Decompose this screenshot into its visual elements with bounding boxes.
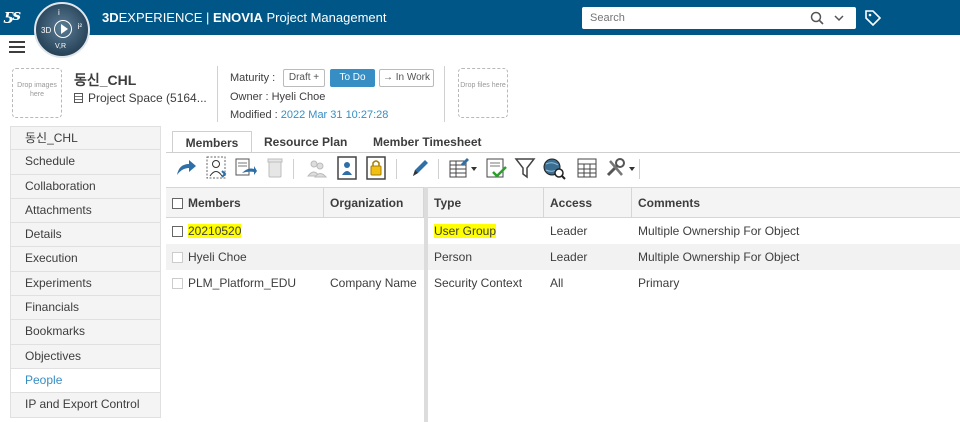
- toolbar-separator: [438, 159, 439, 179]
- add-member-icon[interactable]: [205, 155, 229, 181]
- comments-cell: Multiple Ownership For Object: [638, 224, 800, 238]
- sidebar-item-objectives[interactable]: Objectives: [10, 344, 161, 369]
- type-cell: User Group: [434, 224, 497, 238]
- members-pane: Members Organization 20210520 Hyeli Choe…: [166, 187, 424, 422]
- lock-badge-icon[interactable]: [364, 155, 388, 181]
- sidebar-item-people[interactable]: People: [10, 368, 161, 394]
- hamburger-menu-icon[interactable]: [9, 41, 25, 55]
- column-header-comments[interactable]: Comments: [632, 187, 960, 218]
- column-header-organization[interactable]: Organization: [324, 187, 424, 218]
- person-badge-icon[interactable]: [335, 155, 359, 181]
- share-arrow-icon[interactable]: [174, 155, 198, 181]
- type-cell: Security Context: [434, 276, 523, 290]
- chevron-down-icon[interactable]: [628, 155, 636, 181]
- sidebar-item-project[interactable]: 동신_CHL: [10, 126, 161, 151]
- sidebar-item-attachments[interactable]: Attachments: [10, 198, 161, 224]
- member-name[interactable]: 20210520: [188, 224, 242, 238]
- sidebar-item-bookmarks[interactable]: Bookmarks: [10, 320, 161, 345]
- type-cell: Person: [434, 250, 473, 264]
- sidebar-item-experiments[interactable]: Experiments: [10, 271, 161, 297]
- drop-files-zone[interactable]: Drop files here: [458, 68, 508, 118]
- document-icon: [74, 93, 83, 103]
- organization-cell: [324, 218, 424, 244]
- search-icon[interactable]: [810, 11, 824, 25]
- toolbar-separator: [396, 159, 397, 179]
- globe-search-icon[interactable]: [542, 155, 566, 181]
- modified-value: 2022 Mar 31 10:27:28: [280, 109, 389, 121]
- sidebar-item-collaboration[interactable]: Collaboration: [10, 174, 161, 199]
- chevron-down-icon[interactable]: [470, 155, 478, 181]
- sidebar-item-details[interactable]: Details: [10, 223, 161, 248]
- access-cell: Leader: [550, 224, 588, 238]
- compass-left-label: 3D: [41, 26, 52, 35]
- comments-cell: Primary: [638, 276, 680, 290]
- search-box: [582, 7, 856, 29]
- toolbar-separator: [639, 159, 640, 179]
- checklist-icon[interactable]: [484, 155, 508, 181]
- organization-cell: [324, 244, 424, 270]
- tag-icon[interactable]: [864, 9, 882, 27]
- table-edit-icon[interactable]: [448, 155, 472, 181]
- member-name[interactable]: PLM_Platform_EDU: [188, 276, 296, 290]
- column-header-access[interactable]: Access: [544, 187, 632, 218]
- table-row[interactable]: 20210520: [166, 218, 324, 244]
- compass-bottom-label: V,R: [55, 43, 67, 50]
- group-icon[interactable]: [305, 155, 329, 181]
- calculator-icon[interactable]: [575, 155, 599, 181]
- comments-cell: Multiple Ownership For Object: [638, 250, 800, 264]
- compass-button[interactable]: i 3D i² V,R: [34, 2, 90, 58]
- tab-member-timesheet[interactable]: Member Timesheet: [373, 131, 482, 153]
- row-checkbox[interactable]: [172, 226, 183, 237]
- row-checkbox[interactable]: [172, 278, 183, 289]
- sidebar-item-schedule[interactable]: Schedule: [10, 150, 161, 175]
- maturity-inwork-button[interactable]: → In Work: [379, 69, 434, 87]
- column-header-type[interactable]: Type: [428, 187, 544, 218]
- details-pane: Type Access Comments User Group Leader M…: [428, 187, 960, 422]
- organization-cell: Company Name: [330, 276, 417, 290]
- divider: [444, 66, 445, 122]
- owner-label: Owner : Hyeli Choe: [230, 91, 326, 103]
- trash-icon[interactable]: [263, 155, 287, 181]
- maturity-draft-button[interactable]: Draft +: [283, 69, 325, 87]
- tab-members[interactable]: Members: [172, 131, 252, 153]
- filter-icon[interactable]: [513, 155, 537, 181]
- member-name[interactable]: Hyeli Choe: [188, 250, 247, 264]
- tab-resource-plan[interactable]: Resource Plan: [264, 131, 347, 153]
- member-transfer-icon[interactable]: [233, 155, 257, 181]
- access-cell: Leader: [550, 250, 588, 264]
- compass-right-label: i²: [77, 22, 82, 31]
- compass-top-label: i: [58, 8, 60, 17]
- row-checkbox[interactable]: [172, 252, 183, 263]
- dassault-logo-icon[interactable]: ƽs: [4, 6, 30, 28]
- modified-label: Modified : 2022 Mar 31 10:27:28: [230, 109, 389, 121]
- maturity-todo-button[interactable]: To Do: [330, 69, 375, 87]
- pencil-icon[interactable]: [408, 155, 432, 181]
- sidebar-item-ip-export-control[interactable]: IP and Export Control: [10, 393, 161, 418]
- table-row[interactable]: Hyeli Choe: [166, 244, 324, 270]
- divider: [166, 152, 960, 153]
- search-input[interactable]: [582, 7, 792, 29]
- chevron-down-icon[interactable]: [834, 13, 844, 23]
- column-header-members[interactable]: Members: [166, 187, 324, 218]
- top-bar: ƽs 3DEXPERIENCE | ENOVIA Project Managem…: [0, 0, 960, 35]
- select-all-checkbox[interactable]: [172, 198, 183, 209]
- tools-icon[interactable]: [604, 155, 628, 181]
- object-type-label: Project Space (5164...: [88, 91, 207, 105]
- play-icon: [54, 20, 72, 38]
- sidebar-item-execution[interactable]: Execution: [10, 247, 161, 272]
- sidebar: 동신_CHL Schedule Collaboration Attachment…: [10, 126, 161, 422]
- access-cell: All: [550, 276, 564, 290]
- object-title: 동신_CHL: [74, 72, 137, 88]
- sidebar-item-financials[interactable]: Financials: [10, 296, 161, 321]
- app-title: 3DEXPERIENCE | ENOVIA Project Management: [102, 10, 387, 25]
- toolbar-separator: [293, 159, 294, 179]
- maturity-label: Maturity :: [230, 72, 276, 84]
- divider: [217, 66, 218, 122]
- table-row[interactable]: PLM_Platform_EDU: [166, 270, 324, 296]
- drop-images-zone[interactable]: Drop images here: [12, 68, 62, 118]
- object-type: Project Space (5164...: [74, 91, 207, 105]
